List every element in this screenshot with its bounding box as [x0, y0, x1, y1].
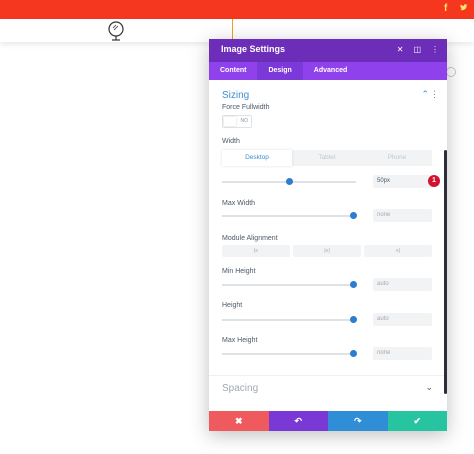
device-tab-desktop[interactable]: Desktop — [222, 150, 292, 166]
width-slider[interactable] — [222, 178, 356, 185]
expand-icon[interactable]: ◫ — [413, 44, 421, 56]
max-width-slider-thumb[interactable] — [350, 212, 358, 219]
force-fullwidth-label: Force Fullwidth — [222, 104, 270, 111]
force-fullwidth-toggle[interactable]: NO — [222, 115, 252, 128]
max-height-slider-thumb[interactable] — [350, 350, 358, 357]
chevron-up-icon[interactable]: ⌃ — [421, 89, 429, 100]
undo-button[interactable]: ↶ — [268, 411, 328, 431]
min-height-slider-thumb[interactable] — [350, 281, 358, 288]
alignment-buttons: |≡ |≡| ≡| — [222, 245, 432, 257]
tab-content[interactable]: Content — [209, 62, 257, 80]
toggle-state: NO — [240, 118, 249, 124]
close-icon[interactable]: ✕ — [397, 44, 404, 56]
height-slider[interactable] — [222, 316, 358, 323]
modal-footer: ✖ ↶ ↷ ✔ — [209, 411, 447, 431]
width-slider-thumb[interactable] — [286, 178, 293, 185]
top-bar: f — [0, 0, 474, 19]
guide-line — [232, 19, 233, 39]
toggle-knob — [224, 117, 236, 126]
scrollbar[interactable] — [444, 150, 447, 394]
modal-title: Image Settings — [221, 44, 286, 54]
width-input[interactable]: 50px — [373, 175, 432, 188]
modal-body: Sizing ⌃ ⋮ Force Fullwidth NO Width Desk… — [209, 80, 447, 410]
height-input[interactable]: auto — [373, 313, 432, 326]
page: f Image Settings ✕ ◫ ⋮ Content Design Ad… — [0, 0, 474, 454]
max-height-input[interactable]: none — [373, 347, 432, 360]
device-tab-phone[interactable]: Phone — [362, 150, 432, 166]
spacing-section-title: Spacing — [222, 383, 259, 394]
sizing-section-header[interactable]: Sizing ⌃ ⋮ — [209, 84, 447, 106]
max-width-input[interactable]: none — [373, 209, 432, 222]
section-divider — [209, 375, 447, 376]
section-more-icon[interactable]: ⋮ — [430, 89, 439, 100]
step-badge: 1 — [428, 175, 440, 187]
modal-tabs: Content Design Advanced — [209, 62, 447, 80]
module-alignment-label: Module Alignment — [222, 235, 278, 242]
height-slider-thumb[interactable] — [350, 316, 358, 323]
modal-header-icons: ✕ ◫ ⋮ — [397, 44, 439, 56]
redo-button[interactable]: ↷ — [328, 411, 388, 431]
more-icon[interactable]: ⋮ — [431, 44, 439, 56]
modal-header: Image Settings ✕ ◫ ⋮ — [209, 39, 447, 62]
image-settings-modal: Image Settings ✕ ◫ ⋮ Content Design Adva… — [209, 39, 447, 431]
tab-design[interactable]: Design — [257, 62, 303, 80]
mirror-logo-icon — [108, 21, 124, 41]
twitter-icon[interactable] — [459, 3, 468, 15]
settings-gear-icon[interactable] — [446, 67, 456, 77]
width-label: Width — [222, 138, 240, 145]
save-button[interactable]: ✔ — [387, 411, 447, 431]
chevron-down-icon[interactable]: ⌄ — [425, 382, 433, 393]
min-height-label: Min Height — [222, 268, 256, 275]
align-left-icon[interactable]: |≡ — [222, 245, 290, 257]
max-height-slider[interactable] — [222, 350, 358, 357]
tab-advanced[interactable]: Advanced — [303, 62, 358, 80]
align-center-icon[interactable]: |≡| — [293, 245, 361, 257]
height-label: Height — [222, 302, 243, 309]
device-tabs: Desktop Tablet Phone — [222, 150, 432, 166]
facebook-icon[interactable]: f — [444, 3, 447, 14]
device-tab-tablet[interactable]: Tablet — [292, 150, 362, 166]
cancel-button[interactable]: ✖ — [209, 411, 269, 431]
sizing-section-title: Sizing — [222, 90, 250, 101]
spacing-section-header[interactable]: Spacing ⌄ — [209, 377, 447, 399]
max-width-slider[interactable] — [222, 212, 358, 219]
align-right-icon[interactable]: ≡| — [364, 245, 432, 257]
max-width-label: Max Width — [222, 200, 256, 207]
max-height-label: Max Height — [222, 337, 258, 344]
min-height-slider[interactable] — [222, 281, 358, 288]
min-height-input[interactable]: auto — [373, 278, 432, 291]
